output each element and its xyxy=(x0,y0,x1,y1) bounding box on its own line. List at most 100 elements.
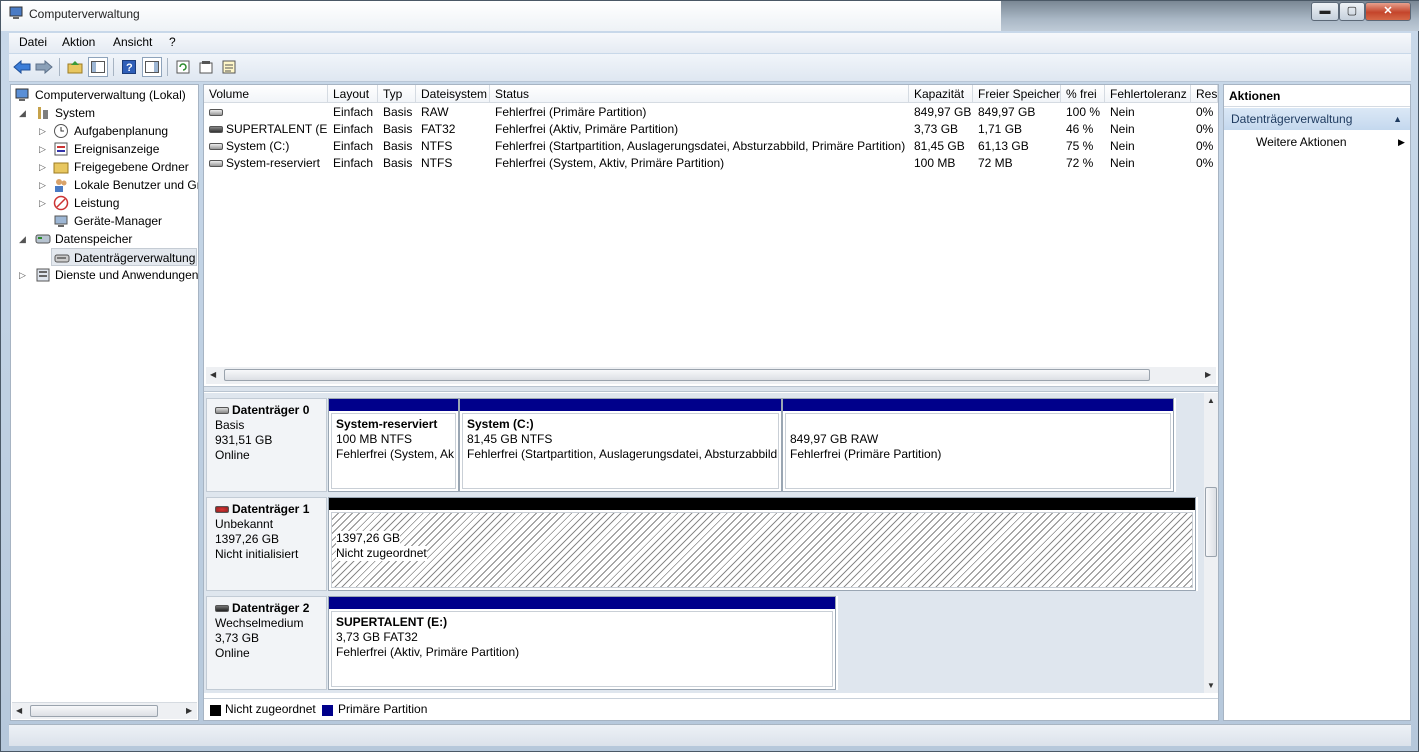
table-row[interactable]: System (C:) Einfach Basis NTFS Fehlerfre… xyxy=(204,138,1218,155)
partition-status: Nicht zugeordnet xyxy=(336,546,427,561)
column-header-volume[interactable]: Volume xyxy=(204,85,328,103)
disk-1-label[interactable]: Datenträger 1 Unbekannt 1397,26 GB Nicht… xyxy=(206,497,327,591)
table-row[interactable]: Einfach Basis RAW Fehlerfrei (Primäre Pa… xyxy=(204,104,1218,121)
partition-details: System (C:) 81,45 GB NTFS Fehlerfrei (St… xyxy=(462,413,779,489)
disk-management-pane: Volume Layout Typ Dateisystem Status Kap… xyxy=(203,84,1219,721)
tree-item-dienste[interactable]: ▷ Dienste und Anwendungen xyxy=(19,266,198,284)
partition-supertalent-e[interactable]: SUPERTALENT (E:) 3,73 GB FAT32 Fehlerfre… xyxy=(328,596,836,690)
menu-aktion[interactable]: Aktion xyxy=(62,35,95,49)
actions-section-datentraegerverwaltung[interactable]: Datenträgerverwaltung ▲ xyxy=(1224,108,1410,130)
device-manager-icon xyxy=(53,213,69,229)
disk-graph-vertical-scrollbar[interactable]: ▲ ▼ xyxy=(1204,393,1218,693)
collapsed-triangle-icon[interactable]: ▷ xyxy=(19,266,29,284)
volume-icon xyxy=(209,143,223,151)
menu-datei[interactable]: Datei xyxy=(19,35,47,49)
tree-item-freigegebene-ordner[interactable]: ▷ Freigegebene Ordner xyxy=(39,158,198,176)
collapse-triangle-icon[interactable]: ▲ xyxy=(1393,108,1402,130)
back-icon[interactable] xyxy=(12,57,32,77)
collapsed-triangle-icon[interactable]: ▷ xyxy=(39,122,49,140)
partition-details: 1397,26 GB Nicht zugeordnet xyxy=(331,512,1193,588)
volume-list-horizontal-scrollbar[interactable]: ◀ ▶ xyxy=(206,367,1216,384)
refresh-icon[interactable] xyxy=(173,57,193,77)
collapsed-triangle-icon[interactable]: ▷ xyxy=(39,140,49,158)
submenu-arrow-icon[interactable]: ▶ xyxy=(1398,137,1405,148)
disk-graph-view: Datenträger 0 Basis 931,51 GB Online Sys… xyxy=(204,393,1218,693)
scroll-left-arrow-icon[interactable]: ◀ xyxy=(16,706,22,715)
menu-ansicht[interactable]: Ansicht xyxy=(113,35,152,49)
partition-system-reserviert[interactable]: System-reserviert 100 MB NTFS Fehlerfrei… xyxy=(328,398,459,492)
partition-details: 849,97 GB RAW Fehlerfrei (Primäre Partit… xyxy=(785,413,1171,489)
cell-typ: Basis xyxy=(383,139,413,153)
scroll-down-arrow-icon[interactable]: ▼ xyxy=(1207,681,1215,690)
disk-0-label[interactable]: Datenträger 0 Basis 931,51 GB Online xyxy=(206,398,327,492)
partition-title: SUPERTALENT (E:) xyxy=(336,615,448,629)
cell-dateisystem: FAT32 xyxy=(421,122,456,136)
column-header-kapazitaet[interactable]: Kapazität xyxy=(909,85,973,103)
collapsed-triangle-icon[interactable]: ▷ xyxy=(39,194,49,212)
forward-icon[interactable] xyxy=(34,57,54,77)
tree-item-lokale-benutzer[interactable]: ▷ Lokale Benutzer und Gr xyxy=(39,176,198,194)
scroll-right-arrow-icon[interactable]: ▶ xyxy=(1205,370,1211,379)
menu-bar: Datei Aktion Ansicht ? xyxy=(9,33,1411,53)
column-header-status[interactable]: Status xyxy=(490,85,909,103)
help-icon[interactable]: ? xyxy=(119,57,139,77)
tree-item-datentraegerverwaltung[interactable]: Datenträgerverwaltung xyxy=(51,248,197,266)
column-header-rest[interactable]: Rest xyxy=(1191,85,1218,103)
tree-item-geraete-manager[interactable]: Geräte-Manager xyxy=(53,212,198,230)
cell-fehlertoleranz: Nein xyxy=(1110,122,1135,136)
scroll-right-arrow-icon[interactable]: ▶ xyxy=(186,706,192,715)
tree-item-system[interactable]: ◢ System xyxy=(19,104,198,122)
status-bar xyxy=(9,724,1411,746)
tree-item-ereignisanzeige[interactable]: ▷ Ereignisanzeige xyxy=(39,140,198,158)
unallocated-bar xyxy=(329,498,1195,510)
partition-raw[interactable]: 849,97 GB RAW Fehlerfrei (Primäre Partit… xyxy=(782,398,1174,492)
column-header-dateisystem[interactable]: Dateisystem xyxy=(416,85,490,103)
show-hide-tree-icon[interactable] xyxy=(88,57,108,77)
tree-item-leistung[interactable]: ▷ Leistung xyxy=(39,194,198,212)
column-header-fehlertoleranz[interactable]: Fehlertoleranz xyxy=(1105,85,1191,103)
expanded-triangle-icon[interactable]: ◢ xyxy=(19,104,29,122)
column-header-typ[interactable]: Typ xyxy=(378,85,416,103)
volume-list-scroll-thumb[interactable] xyxy=(224,369,1150,381)
tree-scroll-thumb[interactable] xyxy=(30,705,158,717)
disk-0-name: Datenträger 0 xyxy=(232,403,310,417)
tree-item-root[interactable]: Computerverwaltung (Lokal) xyxy=(15,86,198,104)
tree-item-datenspeicher[interactable]: ◢ Datenspeicher xyxy=(19,230,198,248)
partition-unallocated[interactable]: 1397,26 GB Nicht zugeordnet xyxy=(328,497,1196,591)
show-hide-action-pane-icon[interactable] xyxy=(142,57,162,77)
partition-system-c[interactable]: System (C:) 81,45 GB NTFS Fehlerfrei (St… xyxy=(459,398,782,492)
table-row[interactable]: System-reserviert Einfach Basis NTFS Feh… xyxy=(204,155,1218,172)
tree-label-aufgabenplanung: Aufgabenplanung xyxy=(74,124,169,138)
partition-details: System-reserviert 100 MB NTFS Fehlerfrei… xyxy=(331,413,456,489)
disk-graph-scroll-thumb[interactable] xyxy=(1205,487,1217,557)
scroll-up-arrow-icon[interactable]: ▲ xyxy=(1207,396,1215,405)
tree-item-aufgabenplanung[interactable]: ▷ Aufgabenplanung xyxy=(39,122,198,140)
cell-layout: Einfach xyxy=(333,122,374,136)
partition-info: 3,73 GB FAT32 xyxy=(336,630,418,644)
up-folder-icon[interactable] xyxy=(65,57,85,77)
cell-rest: 0% xyxy=(1196,122,1214,136)
maximize-button[interactable]: ▢ xyxy=(1339,2,1365,21)
close-button[interactable]: ✕ xyxy=(1365,2,1411,21)
partition-info: 1397,26 GB xyxy=(336,531,401,546)
export-list-icon[interactable] xyxy=(219,57,239,77)
collapsed-triangle-icon[interactable]: ▷ xyxy=(39,158,49,176)
disk-2-label[interactable]: Datenträger 2 Wechselmedium 3,73 GB Onli… xyxy=(206,596,327,690)
scroll-left-arrow-icon[interactable]: ◀ xyxy=(210,370,216,379)
column-header-prozent-frei[interactable]: % frei xyxy=(1061,85,1105,103)
table-row[interactable]: SUPERTALENT (E:) Einfach Basis FAT32 Feh… xyxy=(204,121,1218,138)
expanded-triangle-icon[interactable]: ◢ xyxy=(19,230,29,248)
column-header-freier-speicher[interactable]: Freier Speicher xyxy=(973,85,1061,103)
action-weitere-aktionen[interactable]: Weitere Aktionen xyxy=(1256,133,1347,151)
cell-typ: Basis xyxy=(383,122,413,136)
collapsed-triangle-icon[interactable]: ▷ xyxy=(39,176,49,194)
removable-disk-icon xyxy=(215,605,229,613)
cell-typ: Basis xyxy=(383,156,413,170)
menu-help[interactable]: ? xyxy=(169,35,176,49)
cell-prozent-frei: 46 % xyxy=(1066,122,1094,136)
pane-splitter[interactable] xyxy=(204,386,1218,392)
minimize-button[interactable]: ▬ xyxy=(1311,2,1339,21)
column-header-layout[interactable]: Layout xyxy=(328,85,378,103)
properties-icon[interactable] xyxy=(196,57,216,77)
tree-horizontal-scrollbar[interactable]: ◀ ▶ xyxy=(12,702,197,719)
